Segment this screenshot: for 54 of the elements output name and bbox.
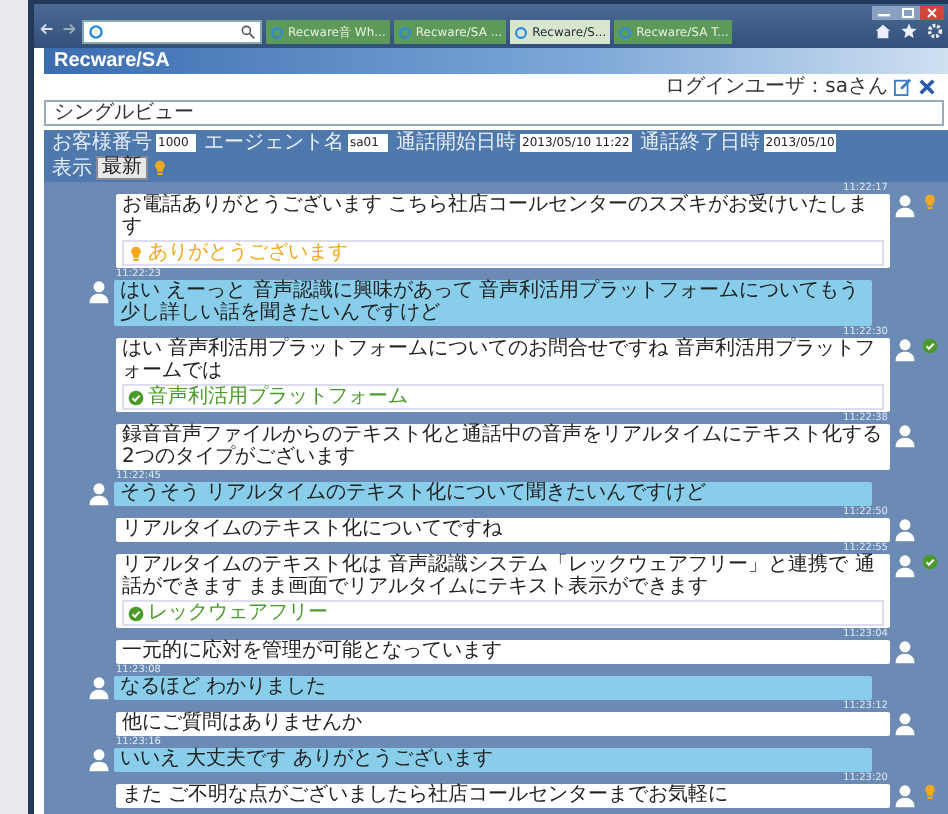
- person-icon: [894, 784, 916, 808]
- keyword-hint: 音声利活用プラットフォーム: [148, 386, 408, 408]
- lightbulb-icon: [922, 194, 938, 210]
- person-icon: [894, 194, 916, 218]
- keyword-hint: レックウェアフリー: [148, 602, 328, 624]
- close-icon[interactable]: [920, 6, 944, 20]
- back-icon[interactable]: [38, 20, 56, 38]
- address-bar[interactable]: [82, 20, 262, 44]
- message-text: 録音音声ファイルからのテキスト化と通話中の音声をリアルタイムにテキスト化する2つのタイプがございます: [122, 424, 884, 468]
- person-icon: [894, 338, 916, 362]
- person-icon: [88, 280, 110, 304]
- filter-label: 表示: [52, 157, 92, 179]
- message-text: また ご不明な点がございましたら社店コールセンターまでお気軽に: [122, 784, 731, 806]
- search-icon[interactable]: [240, 24, 256, 40]
- message-text: 他にご質問はありませんか: [122, 712, 364, 734]
- check-icon: [922, 554, 938, 570]
- display-dropdown[interactable]: 最新: [96, 156, 148, 180]
- message-text: はい えーっと 音声認識に興味があって 音声利活用プラットフォームについてもう少し詳しい話を聞きたいんですけど: [120, 280, 862, 324]
- lightbulb-icon: [922, 784, 938, 800]
- app-title: Recware/SA: [44, 48, 948, 74]
- lightbulb-icon: [152, 160, 168, 176]
- person-icon: [894, 554, 916, 578]
- person-icon: [894, 712, 916, 736]
- keyword-hint: ありがとうございます: [148, 242, 348, 264]
- message-text: なるほど わかりました: [120, 676, 329, 698]
- person-icon: [894, 518, 916, 542]
- filter-label: 通話開始日時: [396, 132, 516, 154]
- person-icon: [88, 482, 110, 506]
- person-icon: [894, 640, 916, 664]
- filter-label: エージェント名: [204, 132, 344, 154]
- filter-label: お客様番号: [52, 132, 152, 154]
- view-title: シングルビュー: [44, 100, 944, 126]
- home-icon[interactable]: [874, 22, 892, 40]
- star-icon[interactable]: [900, 22, 918, 40]
- settings-icon[interactable]: [926, 22, 944, 40]
- edit-icon[interactable]: [894, 78, 912, 96]
- message-text: はい 音声利活用プラットフォームについてのお問合せですね 音声利活用プラットフォームでは: [122, 338, 877, 382]
- message-text: リアルタイムのテキスト化は 音声認識システム「レックウェアフリー」と連携で 通話ができます まま画面でリアルタイムにテキスト表示ができます: [122, 554, 877, 598]
- forward-icon[interactable]: [60, 20, 78, 38]
- check-icon: [128, 605, 144, 621]
- login-user: ログインユーザ：saさん: [665, 76, 888, 98]
- message-text: お電話ありがとうございます こちら社店コールセンターのスズキがお受けいたします: [122, 194, 871, 238]
- person-icon: [88, 748, 110, 772]
- filter-label: 通話終了日時: [639, 132, 760, 154]
- check-icon: [128, 389, 144, 405]
- check-icon: [922, 338, 938, 354]
- close-icon[interactable]: [918, 78, 936, 96]
- lightbulb-icon: [128, 245, 144, 261]
- message-text: いいえ 大丈夫です ありがとうございます: [120, 748, 495, 770]
- person-icon: [894, 424, 916, 448]
- person-icon: [88, 676, 110, 700]
- message-text: 一元的に応対を管理が可能となっています: [122, 640, 504, 662]
- message-text: リアルタイムのテキスト化についてですね: [122, 518, 504, 540]
- message-text: そうそう リアルタイムのテキスト化について聞きたいんですけど: [120, 482, 709, 504]
